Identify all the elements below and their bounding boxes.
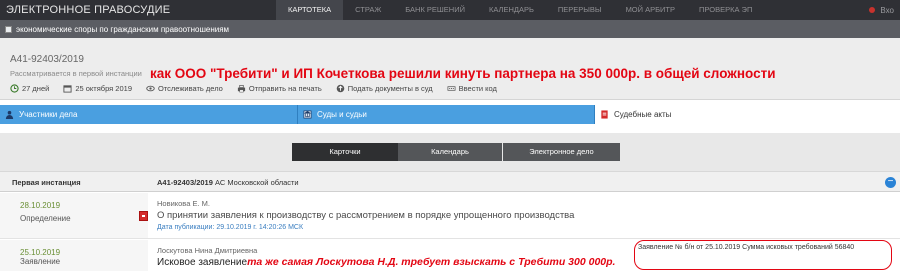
- enter-code-button[interactable]: Ввести код: [447, 84, 497, 93]
- case-number: А41-92403/2019: [10, 54, 84, 65]
- case-toolbar: 27 дней 25 октября 2019 Отслеживать дело…: [10, 84, 511, 93]
- nav-bank-resheniy[interactable]: БАНК РЕШЕНИЙ: [393, 0, 477, 20]
- track-case-button[interactable]: Отслеживать дело: [146, 84, 223, 93]
- case-tabs: Участники дела Суды и судьи Судебные акт…: [0, 105, 900, 124]
- nav-breaks[interactable]: ПЕРЕРЫВЫ: [546, 0, 614, 20]
- tab-court-acts[interactable]: Судебные акты: [595, 105, 900, 124]
- case-status: Рассматривается в первой инстанции: [10, 69, 142, 78]
- table-row: 25.10.2019 Заявление Лоскутова Нина Дмит…: [0, 240, 900, 271]
- annotation-headline: как ООО "Требити" и ИП Кочеткова решили …: [150, 66, 776, 81]
- row-judge: Новикова Е. М.: [157, 199, 210, 208]
- row-doc-type: Заявление: [20, 257, 61, 266]
- enter-code-label: Ввести код: [458, 84, 497, 93]
- annotation-note: та же самая Лоскутова Н.Д. требует взыск…: [247, 256, 616, 268]
- view-switcher-area: Карточки Календарь Электронное дело: [0, 133, 900, 171]
- people-icon: [5, 110, 14, 119]
- eye-icon: [146, 85, 155, 92]
- submit-documents-button[interactable]: Подать документы в суд: [336, 84, 433, 93]
- main-nav: КАРТОТЕКА СТРАЖ БАНК РЕШЕНИЙ КАЛЕНДАРЬ П…: [276, 0, 764, 20]
- days-indicator: 27 дней: [10, 84, 49, 93]
- case-date: 25 октября 2019: [63, 84, 132, 93]
- instance-header: Первая инстанция А41-92403/2019 АС Моско…: [0, 171, 900, 192]
- case-date-label: 25 октября 2019: [75, 84, 132, 93]
- submit-documents-label: Подать документы в суд: [347, 84, 433, 93]
- instance-court: АС Московской области: [214, 178, 299, 187]
- upload-icon: [336, 84, 345, 93]
- code-icon: [447, 86, 456, 91]
- row-description-link[interactable]: О принятии заявления к производству с ра…: [157, 210, 574, 221]
- nav-kartoteka[interactable]: КАРТОТЕКА: [276, 0, 344, 20]
- instance-case-ref: А41-92403/2019 АС Московской области: [157, 178, 299, 187]
- top-navigation-bar: ЭЛЕКТРОННОЕ ПРАВОСУДИЕ КАРТОТЕКА СТРАЖ Б…: [0, 0, 900, 20]
- nav-calendar[interactable]: КАЛЕНДАРЬ: [477, 0, 546, 20]
- calendar-icon: [63, 85, 72, 93]
- nav-strazh[interactable]: СТРАЖ: [343, 0, 393, 20]
- row-date: 28.10.2019: [20, 201, 61, 210]
- login-link[interactable]: Вхо: [869, 6, 900, 15]
- court-icon: [303, 110, 312, 119]
- row-description: Исковое заявлениета же самая Лоскутова Н…: [157, 256, 615, 268]
- row-date: 25.10.2019: [20, 248, 61, 257]
- pdf-icon[interactable]: [139, 211, 148, 221]
- document-pdf-icon: [601, 110, 608, 119]
- clock-icon: [10, 84, 19, 93]
- nav-check-signature[interactable]: ПРОВЕРКА ЭП: [687, 0, 764, 20]
- row-doc-type: Определение: [20, 214, 71, 223]
- nav-my-arbitr[interactable]: МОЙ АРБИТР: [614, 0, 687, 20]
- subtab-calendar[interactable]: Календарь: [398, 143, 502, 161]
- tab-participants-label: Участники дела: [19, 110, 78, 119]
- row-judge: Лоскутова Нина Дмитриевна: [157, 246, 258, 255]
- days-label: 27 дней: [22, 84, 50, 93]
- view-switcher: Карточки Календарь Электронное дело: [292, 143, 620, 161]
- tab-participants[interactable]: Участники дела: [0, 105, 298, 124]
- row-meta: 25.10.2019 Заявление: [0, 240, 148, 271]
- print-label: Отправить на печать: [248, 84, 322, 93]
- row-meta: 28.10.2019 Определение: [0, 193, 148, 238]
- claim-info: Заявление № б/н от 25.10.2019 Сумма иско…: [638, 244, 855, 251]
- row-description-text[interactable]: Исковое заявление: [157, 257, 247, 268]
- instance-label: Первая инстанция: [12, 178, 81, 187]
- table-row: 28.10.2019 Определение Новикова Е. М. О …: [0, 193, 900, 239]
- tab-courts-judges-label: Суды и судьи: [317, 110, 367, 119]
- tab-courts-judges[interactable]: Суды и судьи: [298, 105, 595, 124]
- category-icon: [5, 25, 12, 33]
- case-header: А41-92403/2019 Рассматривается в первой …: [0, 38, 900, 100]
- collapse-icon[interactable]: −: [885, 177, 896, 188]
- tab-court-acts-label: Судебные акты: [614, 110, 672, 119]
- category-bar: экономические споры по гражданским право…: [0, 20, 900, 38]
- site-brand[interactable]: ЭЛЕКТРОННОЕ ПРАВОСУДИЕ: [0, 4, 276, 16]
- login-indicator-icon: [869, 7, 876, 13]
- row-publication-date: Дата публикации: 29.10.2019 г. 14:20:26 …: [157, 224, 304, 231]
- print-button[interactable]: Отправить на печать: [237, 84, 322, 93]
- printer-icon: [237, 84, 245, 93]
- login-label: Вхо: [880, 5, 894, 15]
- subtab-electronic-case[interactable]: Электронное дело: [503, 143, 620, 161]
- category-label: экономические споры по гражданским право…: [16, 24, 230, 34]
- track-case-label: Отслеживать дело: [157, 84, 223, 93]
- instance-case-number: А41-92403/2019: [157, 178, 213, 187]
- subtab-cards[interactable]: Карточки: [292, 143, 398, 161]
